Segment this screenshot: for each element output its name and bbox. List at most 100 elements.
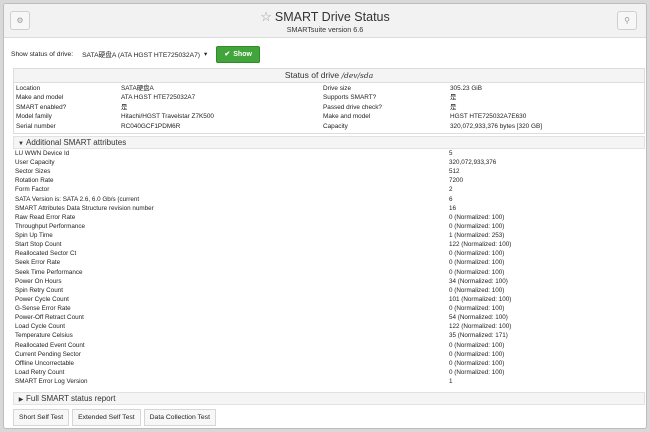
status-label: Drive size: [323, 85, 352, 92]
attribute-name: Load Retry Count: [15, 368, 65, 376]
star-icon[interactable]: ☆: [260, 9, 272, 24]
short-self-test-button[interactable]: Short Self Test: [13, 409, 70, 426]
attribute-row: Offline Uncorrectable 0 (Normalized: 100): [13, 359, 645, 368]
show-button[interactable]: ✔ Show: [216, 45, 260, 63]
status-label: Capacity: [323, 122, 348, 130]
attribute-row: Power On Hours 34 (Normalized: 100): [13, 277, 645, 286]
attribute-name: Sector Sizes: [15, 168, 51, 176]
status-value: 是: [450, 103, 457, 111]
drive-select-value: SATA硬盘A (ATA HGST HTE725032A7): [82, 52, 201, 59]
status-label: Serial number: [16, 122, 56, 130]
attribute-row: Raw Read Error Rate 0 (Normalized: 100): [13, 213, 645, 222]
attribute-name: G-Sense Error Rate: [15, 305, 71, 313]
attribute-value: 0 (Normalized: 100): [449, 350, 505, 358]
attribute-row: Reallocated Event Count 0 (Normalized: 10…: [13, 341, 645, 350]
attribute-value: 122 (Normalized: 100): [449, 241, 512, 249]
status-heading-text: Status of drive: [284, 70, 340, 80]
attribute-row: Spin Retry Count 0 (Normalized: 100): [13, 286, 645, 295]
attribute-value: 0 (Normalized: 100): [449, 305, 505, 313]
drive-status-panel: Status of drive /dev/sda Location SATA硬盘A…: [13, 68, 645, 134]
attribute-value: 122 (Normalized: 100): [449, 323, 512, 331]
attribute-row: Temperature Celsius 35 (Normalized: 171): [13, 331, 645, 340]
attribute-value: 7200: [449, 177, 464, 185]
attribute-name: Power-Off Retract Count: [15, 314, 84, 322]
search-icon: ⚲: [624, 16, 630, 25]
attribute-row: User Capacity 320,072,933,376: [13, 158, 645, 167]
status-heading: Status of drive /dev/sda: [14, 69, 644, 83]
attribute-row: Sector Sizes 512: [13, 167, 645, 176]
status-label: SMART enabled?: [16, 103, 67, 111]
attribute-row: SMART Attributes Data Structure revision…: [13, 204, 645, 213]
attribute-value: 320,072,933,376: [449, 159, 497, 167]
status-row: Location SATA硬盘A Drive size 305.23 GiB: [14, 84, 644, 93]
show-button-label: Show: [233, 50, 252, 58]
attribute-value: 512: [449, 168, 460, 176]
drive-select[interactable]: SATA硬盘A (ATA HGST HTE725032A7) ▾: [77, 46, 213, 62]
status-label: Supports SMART?: [323, 94, 377, 102]
attribute-name: User Capacity: [15, 159, 55, 167]
status-value: 320,072,933,376 bytes [320 GB]: [450, 122, 543, 130]
page-title: ☆ SMART Drive Status: [4, 9, 646, 25]
attributes-table: LU WWN Device Id 5 User Capacity 320,072,93…: [13, 149, 645, 389]
attribute-name: Current Pending Sector: [15, 350, 81, 358]
attribute-name: Rotation Rate: [15, 177, 54, 185]
attribute-name: Throughput Performance: [15, 222, 86, 230]
attribute-row: Start Stop Count 122 (Normalized: 100): [13, 240, 645, 249]
status-value: 是: [121, 103, 128, 111]
attribute-value: 0 (Normalized: 100): [449, 268, 505, 276]
full-report-header[interactable]: ▶ Full SMART status report: [13, 392, 645, 405]
attribute-name: SMART Attributes Data Structure revision…: [15, 204, 154, 212]
attribute-row: Seek Time Performance 0 (Normalized: 100): [13, 268, 645, 277]
attribute-name: Offline Uncorrectable: [15, 359, 75, 367]
attribute-value: 101 (Normalized: 100): [449, 295, 512, 303]
attribute-value: 35 (Normalized: 171): [449, 332, 508, 340]
status-label: Make and model: [16, 94, 64, 102]
attribute-value: 0 (Normalized: 100): [449, 286, 505, 294]
drive-selector-row: Show status of drive: SATA硬盘A (ATA HGST …: [11, 45, 411, 63]
attribute-value: 54 (Normalized: 100): [449, 314, 508, 322]
attribute-row: Throughput Performance 0 (Normalized: 100…: [13, 222, 645, 231]
attribute-name: Form Factor: [15, 186, 50, 194]
attribute-name: Spin Up Time: [15, 232, 53, 240]
status-value: ATA HGST HTE725032A7: [121, 94, 196, 102]
status-value: Hitachi/HGST Travelstar Z7K500: [121, 113, 214, 121]
attribute-name: Seek Time Performance: [15, 268, 83, 276]
attribute-value: 1 (Normalized: 253): [449, 232, 505, 240]
attribute-row: SATA Version is: SATA 2.6, 6.0 Gb/s (cur…: [13, 195, 645, 204]
attribute-name: Reallocated Event Count: [15, 341, 85, 349]
attribute-name: Spin Retry Count: [15, 286, 63, 294]
self-test-buttons: Short Self Test Extended Self Test Data …: [13, 409, 219, 426]
status-label: Model family: [16, 113, 52, 121]
extended-self-test-button[interactable]: Extended Self Test: [72, 409, 141, 426]
attribute-row: Current Pending Sector 0 (Normalized: 100…: [13, 350, 645, 359]
attribute-value: 0 (Normalized: 100): [449, 359, 505, 367]
attribute-value: 6: [449, 195, 453, 203]
attribute-value: 16: [449, 204, 457, 212]
attribute-row: Spin Up Time 1 (Normalized: 253): [13, 231, 645, 240]
attribute-row: Seek Error Rate 0 (Normalized: 100): [13, 258, 645, 267]
status-value: SATA硬盘A: [121, 85, 154, 92]
device-path: /dev/sda: [341, 71, 374, 80]
attribute-row: Power-Off Retract Count 54 (Normalized: 1…: [13, 313, 645, 322]
attribute-row: Load Cycle Count 122 (Normalized: 100): [13, 322, 645, 331]
data-collection-test-button[interactable]: Data Collection Test: [143, 409, 216, 426]
page-title-text: SMART Drive Status: [274, 10, 390, 24]
chevron-right-icon: ▶: [18, 397, 24, 403]
attribute-row: Form Factor 2: [13, 185, 645, 194]
search-button[interactable]: ⚲: [617, 11, 637, 30]
status-label: Make and model: [323, 113, 371, 121]
status-label: Location: [16, 85, 41, 92]
status-value: 305.23 GiB: [450, 85, 482, 92]
status-value: HGST HTE725032A7E630: [450, 113, 527, 121]
attribute-row: G-Sense Error Rate 0 (Normalized: 100): [13, 304, 645, 313]
attribute-name: Reallocated Sector Ct: [15, 250, 77, 258]
attribute-name: SMART Error Log Version: [15, 378, 88, 385]
attribute-value: 0 (Normalized: 100): [449, 213, 505, 221]
attribute-row: Reallocated Sector Ct 0 (Normalized: 100): [13, 249, 645, 258]
status-label: Passed drive check?: [323, 103, 382, 111]
status-row: Make and model ATA HGST HTE725032A7 Suppor…: [14, 93, 644, 102]
attribute-row: Power Cycle Count 101 (Normalized: 100): [13, 295, 645, 304]
attribute-name: Start Stop Count: [15, 241, 62, 249]
attribute-name: Raw Read Error Rate: [15, 213, 76, 221]
additional-attributes-header[interactable]: ▼ Additional SMART attributes: [13, 136, 645, 149]
